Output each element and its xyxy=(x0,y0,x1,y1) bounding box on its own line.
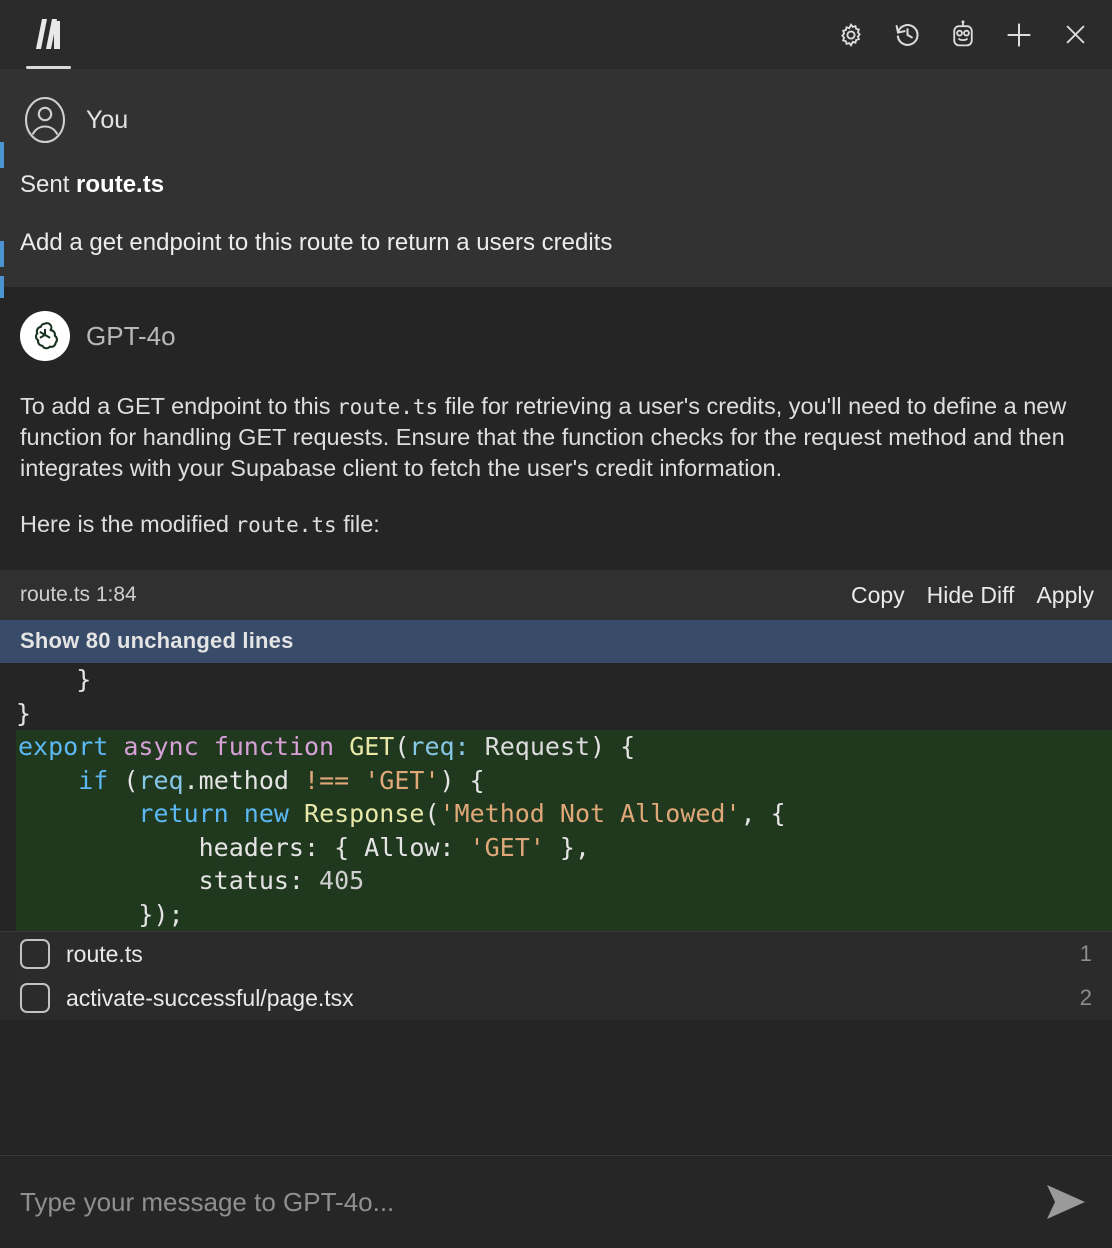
copy-button[interactable]: Copy xyxy=(851,582,905,609)
code-line: status: 405 xyxy=(16,864,1112,898)
paragraph2-text-a: Here is the modified xyxy=(20,511,236,537)
attachment-line: Sent route.ts xyxy=(20,171,1092,199)
code-line: }); xyxy=(16,898,1112,932)
logo-glyph-icon xyxy=(26,15,70,55)
file-name-label: activate-successful/page.tsx xyxy=(66,985,1080,1012)
new-chat-plus-icon[interactable] xyxy=(1004,20,1034,50)
code-file-reference: route.ts 1:84 xyxy=(20,583,137,607)
code-line: return new Response('Method Not Allowed'… xyxy=(16,797,1112,831)
file-count-label: 1 xyxy=(1080,941,1092,967)
message-accent-rail xyxy=(0,276,4,298)
attached-file-list: route.ts 1 activate-successful/page.tsx … xyxy=(0,931,1112,1020)
code-line: if (req.method !== 'GET') { xyxy=(16,764,1112,798)
paragraph1-text-a: To add a GET endpoint to this xyxy=(20,393,337,419)
code-block-toolbar: route.ts 1:84 Copy Hide Diff Apply xyxy=(0,570,1112,620)
inline-code-route-ts: route.ts xyxy=(236,513,337,537)
close-icon[interactable] xyxy=(1060,20,1090,50)
apply-button[interactable]: Apply xyxy=(1036,582,1094,609)
file-checkbox[interactable] xyxy=(20,939,50,969)
hide-diff-button[interactable]: Hide Diff xyxy=(927,582,1015,609)
user-identity: You xyxy=(20,95,1092,145)
assistant-paragraph-1: To add a GET endpoint to this route.ts f… xyxy=(20,391,1092,483)
openai-logo-icon xyxy=(20,311,70,361)
code-line: } xyxy=(16,697,1112,731)
assistant-identity: GPT-4o xyxy=(20,311,1092,361)
list-item[interactable]: route.ts 1 xyxy=(0,932,1112,976)
diff-context-lines: } } xyxy=(0,663,1112,730)
paragraph2-text-b: file: xyxy=(337,511,380,537)
conversation-scroll[interactable]: You Sent route.ts Add a get endpoint to … xyxy=(0,69,1112,1155)
user-avatar-icon xyxy=(20,95,70,145)
robot-icon[interactable] xyxy=(948,20,978,50)
attachment-prefix: Sent xyxy=(20,171,76,198)
message-accent-rail xyxy=(0,142,4,168)
code-line: headers: { Allow: 'GET' }, xyxy=(16,831,1112,865)
app-header xyxy=(0,0,1112,69)
user-name: You xyxy=(86,106,128,135)
message-input[interactable] xyxy=(20,1187,1038,1218)
diff-viewer: Show 80 unchanged lines } } export async… xyxy=(0,620,1112,931)
file-checkbox[interactable] xyxy=(20,983,50,1013)
user-prompt-text: Add a get endpoint to this route to retu… xyxy=(20,229,1092,257)
inline-code-route-ts: route.ts xyxy=(337,395,438,419)
diff-added-lines: export async function GET(req: Request) … xyxy=(0,730,1112,931)
chat-panel: You Sent route.ts Add a get endpoint to … xyxy=(0,0,1112,1248)
assistant-paragraph-2: Here is the modified route.ts file: xyxy=(20,509,1092,540)
list-item[interactable]: activate-successful/page.tsx 2 xyxy=(0,976,1112,1020)
show-unchanged-lines-button[interactable]: Show 80 unchanged lines xyxy=(0,620,1112,663)
settings-gear-icon[interactable] xyxy=(836,20,866,50)
file-name-label: route.ts xyxy=(66,941,1080,968)
assistant-name: GPT-4o xyxy=(86,321,176,352)
message-accent-rail xyxy=(0,241,4,267)
code-actions: Copy Hide Diff Apply xyxy=(851,582,1094,609)
app-logo[interactable] xyxy=(20,0,76,69)
file-count-label: 2 xyxy=(1080,985,1092,1011)
code-line: export async function GET(req: Request) … xyxy=(16,730,1112,764)
history-icon[interactable] xyxy=(892,20,922,50)
header-actions xyxy=(836,20,1090,50)
assistant-message: GPT-4o To add a GET endpoint to this rou… xyxy=(0,287,1112,566)
code-line: } xyxy=(16,663,1112,697)
user-message: You Sent route.ts Add a get endpoint to … xyxy=(0,69,1112,287)
attachment-filename: route.ts xyxy=(76,171,164,198)
send-arrow-icon[interactable] xyxy=(1038,1180,1092,1224)
message-composer xyxy=(0,1155,1112,1248)
